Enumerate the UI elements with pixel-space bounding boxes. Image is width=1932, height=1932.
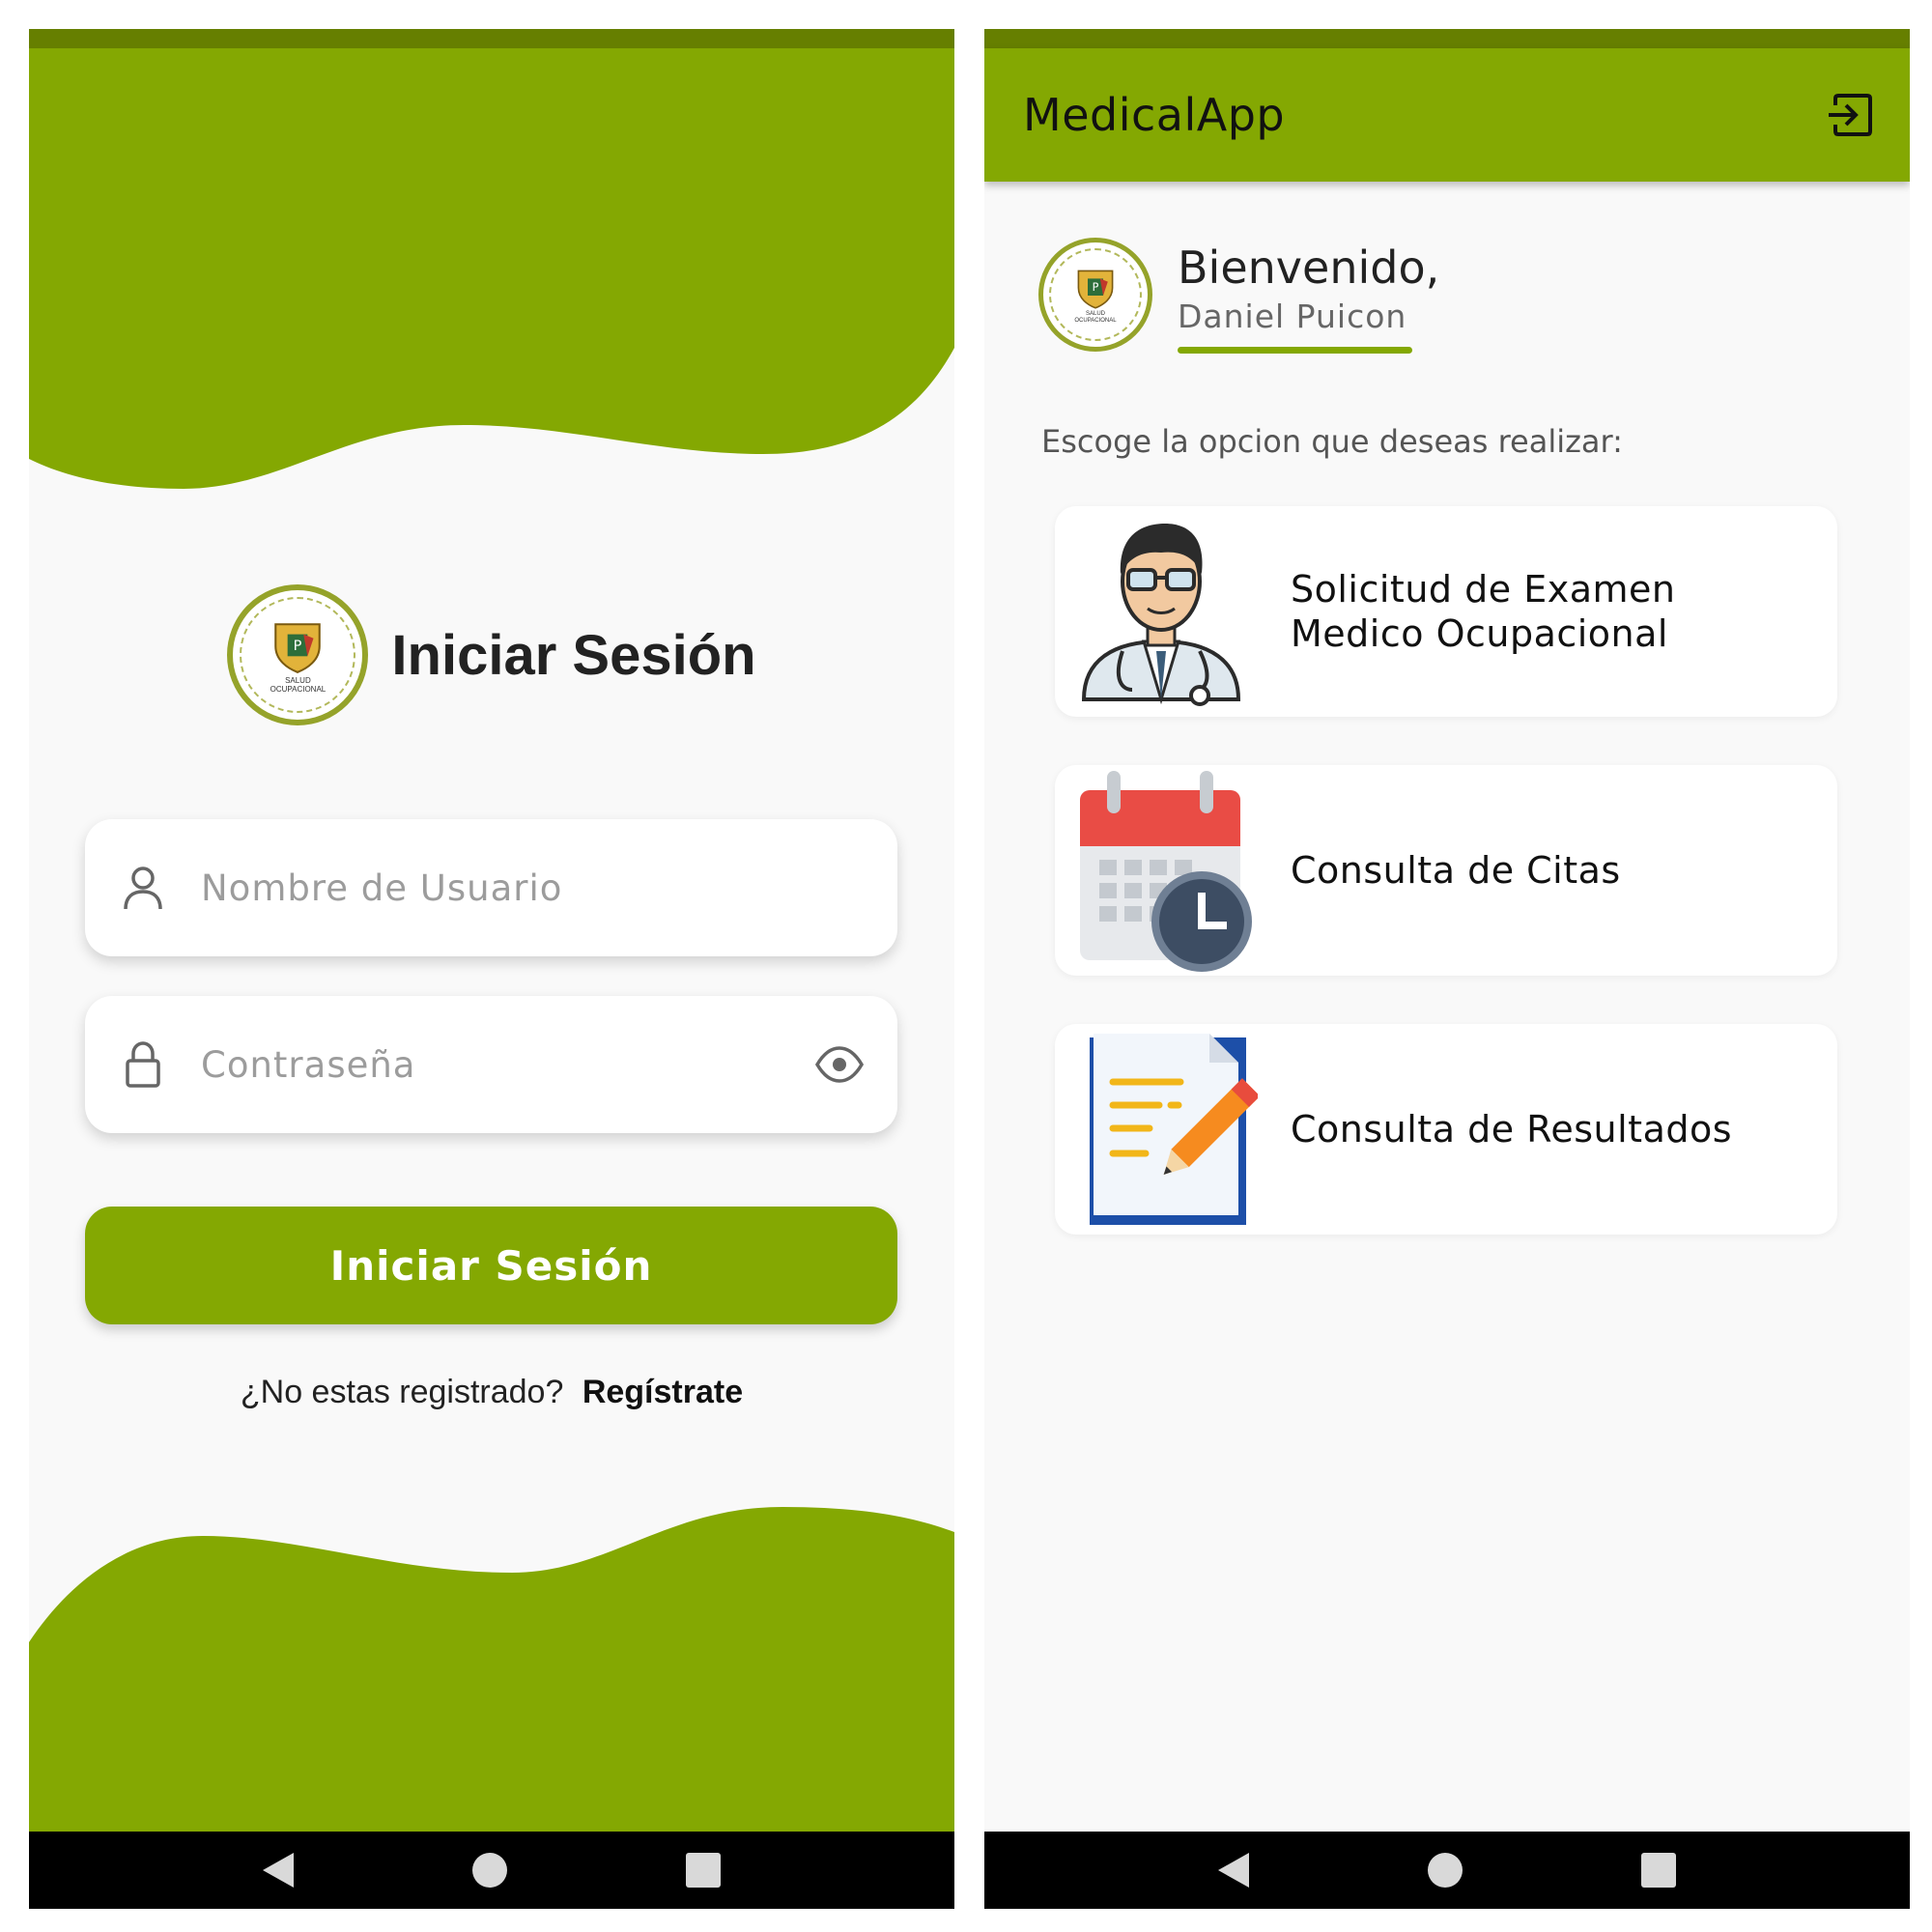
password-field-card[interactable] <box>85 996 897 1133</box>
status-bar <box>984 29 1910 48</box>
welcome-text: Bienvenido, Daniel Puicon <box>1178 242 1439 354</box>
login-header: P SALUD OCUPACIONAL Iniciar Sesión <box>29 584 954 725</box>
option-label: Solicitud de Examen Medico Ocupacional <box>1291 568 1676 655</box>
register-prompt: ¿No estas registrado? <box>240 1374 564 1410</box>
options-prompt: Escoge la opcion que deseas realizar: <box>1041 423 1623 460</box>
doctor-icon <box>1081 524 1241 706</box>
login-title: Iniciar Sesión <box>391 623 756 687</box>
logo-caption-line: SALUD <box>1085 311 1105 317</box>
nav-recents-button[interactable] <box>1640 1853 1676 1888</box>
svg-text:P: P <box>294 639 302 654</box>
username-input[interactable] <box>199 866 865 910</box>
login-button[interactable]: Iniciar Sesión <box>85 1207 897 1324</box>
username-field-card[interactable] <box>85 819 897 956</box>
system-nav-bar <box>984 1832 1910 1909</box>
app-bar: MedicalApp <box>984 48 1910 182</box>
logo-caption-line: OCUPACIONAL <box>270 685 327 694</box>
welcome-underline <box>1178 347 1412 354</box>
calendar-clock-icon <box>1080 771 1252 972</box>
logo-caption-line: SALUD <box>285 676 311 685</box>
option-exam-request[interactable]: Solicitud de Examen Medico Ocupacional <box>1055 506 1837 717</box>
logo-caption-line: OCUPACIONAL <box>1074 318 1117 324</box>
welcome-section: P SALUD OCUPACIONAL Bienvenido, Daniel P… <box>1038 238 1439 354</box>
user-name: Daniel Puicon <box>1178 298 1407 335</box>
nav-home-button[interactable] <box>471 1853 507 1888</box>
home-screen: MedicalApp P SALUD OCUPACIONAL Bienvenid… <box>984 29 1910 1909</box>
register-link[interactable]: Regístrate <box>582 1374 743 1410</box>
shield-icon: P <box>274 623 322 673</box>
logo-caption: SALUD OCUPACIONAL <box>270 676 327 694</box>
document-pencil-icon <box>1090 1034 1258 1225</box>
shield-icon: P <box>1077 270 1114 309</box>
logo-caption: SALUD OCUPACIONAL <box>1074 311 1116 325</box>
logout-icon[interactable] <box>1825 90 1875 140</box>
system-nav-bar <box>29 1832 954 1909</box>
lock-icon <box>126 1041 160 1088</box>
option-label: Consulta de Citas <box>1291 849 1621 892</box>
nav-recents-button[interactable] <box>685 1853 721 1888</box>
svg-text:P: P <box>1093 281 1099 294</box>
option-results[interactable]: Consulta de Resultados <box>1055 1024 1837 1235</box>
nav-home-button[interactable] <box>1427 1853 1463 1888</box>
top-wave-decoration <box>29 48 954 489</box>
password-input[interactable] <box>199 1042 814 1087</box>
nav-back-button[interactable] <box>263 1853 295 1888</box>
option-label: Consulta de Resultados <box>1291 1108 1733 1151</box>
clinic-logo: P SALUD OCUPACIONAL <box>227 584 369 725</box>
welcome-greeting: Bienvenido, <box>1178 242 1440 294</box>
nav-back-button[interactable] <box>1218 1853 1250 1888</box>
eye-icon[interactable] <box>814 1039 865 1090</box>
clinic-logo: P SALUD OCUPACIONAL <box>1038 238 1152 352</box>
register-row: ¿No estas registrado? Regístrate <box>29 1374 954 1411</box>
app-title: MedicalApp <box>1023 89 1286 141</box>
user-icon <box>124 867 162 910</box>
option-appointments[interactable]: Consulta de Citas <box>1055 765 1837 976</box>
login-screen: P SALUD OCUPACIONAL Iniciar Sesión Nombr… <box>29 29 954 1909</box>
status-bar <box>29 29 954 48</box>
